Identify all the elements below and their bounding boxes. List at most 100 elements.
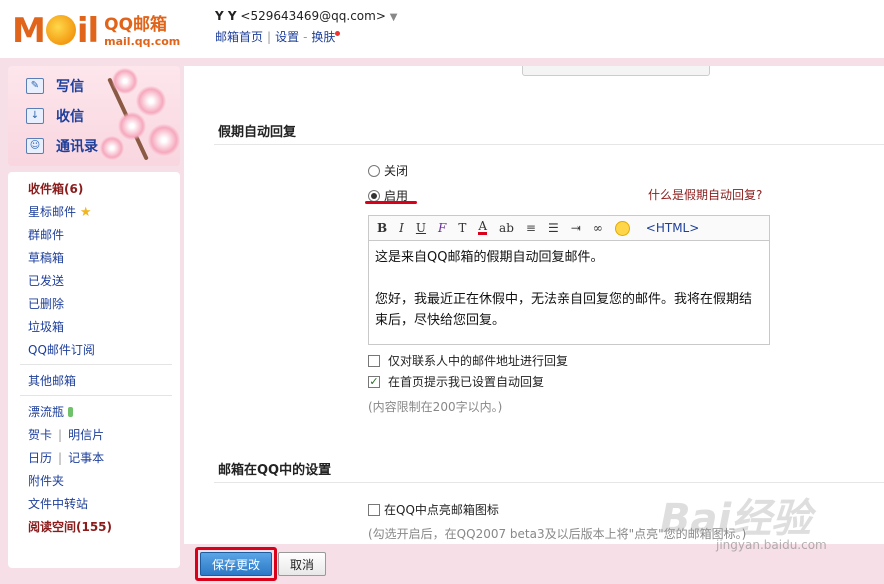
folder-inbox[interactable]: 收件箱(6) [28, 180, 83, 197]
receive-button[interactable]: ↓ 收信 [26, 106, 84, 126]
folder-deleted[interactable]: 已删除 [28, 295, 64, 312]
radio-on[interactable] [368, 189, 380, 202]
folder-reading[interactable]: 阅读空间(155) [28, 518, 112, 535]
logo-mail-text: Mil [12, 11, 99, 51]
write-icon: ✎ [26, 78, 44, 94]
folder-group[interactable]: 群邮件 [28, 226, 64, 243]
compose-label: 写信 [56, 79, 84, 95]
annotation-underline [365, 201, 417, 204]
save-button[interactable]: 保存更改 [200, 552, 272, 576]
link-mail-home[interactable]: 邮箱首页 [215, 30, 263, 44]
folder-postcard[interactable]: 明信片 [68, 428, 104, 442]
vacation-reply-title: 假期自动回复 [218, 125, 297, 140]
divider [20, 395, 172, 396]
emoticon-icon[interactable] [614, 220, 630, 236]
folder-notes[interactable]: 记事本 [68, 451, 104, 465]
bg-color-button[interactable]: ab [499, 221, 514, 235]
font-family-button[interactable]: F [438, 221, 446, 235]
watermark-brand: Bai经验 [660, 496, 812, 542]
link-skin[interactable]: 换肤 [311, 30, 335, 44]
folder-drafts[interactable]: 草稿箱 [28, 249, 64, 266]
star-icon: ★ [79, 205, 92, 220]
folder-sent[interactable]: 已发送 [28, 272, 64, 289]
blossom-decoration [112, 68, 138, 94]
user-name: Y Y [215, 9, 237, 23]
blossom-decoration [118, 112, 146, 140]
folder-drift-bottle[interactable]: 漂流瓶 [28, 403, 74, 420]
qq-light-checkbox[interactable] [368, 503, 380, 516]
baidu-watermark: Bai经验 jingyan.baidu.com [660, 486, 846, 566]
radio-off-row[interactable]: 关闭 [368, 162, 408, 179]
contacts-only-checkbox[interactable] [368, 354, 380, 367]
watermark-url: jingyan.baidu.com [716, 538, 827, 552]
contacts-only-row[interactable]: 仅对联系人中的邮件地址进行回复 [368, 352, 568, 369]
folder-starred-label: 星标邮件 [28, 205, 77, 219]
logo-cn-text: QQ邮箱 [104, 15, 168, 35]
radio-off[interactable] [368, 164, 380, 177]
sidebar: ✎ 写信 ↓ 收信 ☺ 通讯录 收件箱(6) 星标邮件 ★ 群邮件 草稿箱 已发… [8, 66, 180, 568]
qq-light-label: 在QQ中点亮邮箱图标 [384, 503, 499, 517]
html-mode-button[interactable]: <HTML> [646, 221, 700, 235]
link-settings[interactable]: 设置 [275, 30, 299, 44]
contacts-button[interactable]: ☺ 通讯录 [26, 136, 98, 156]
divider [214, 482, 884, 483]
editor-line-1: 这是来自QQ邮箱的假期自动回复邮件。 [375, 250, 604, 265]
homepage-notice-row[interactable]: ✓ 在首页提示我已设置自动回复 [368, 373, 544, 390]
folder-transfer[interactable]: 文件中转站 [28, 495, 88, 512]
limit-note: (内容限制在200字以内。) [368, 400, 503, 414]
homepage-notice-label: 在首页提示我已设置自动回复 [388, 375, 545, 389]
contacts-only-label: 仅对联系人中的邮件地址进行回复 [388, 354, 569, 368]
folder-other[interactable]: 其他邮箱 [28, 372, 76, 389]
contacts-label: 通讯录 [56, 139, 98, 155]
folder-subscribe[interactable]: QQ邮件订阅 [28, 341, 95, 358]
cancel-button[interactable]: 取消 [278, 552, 326, 576]
blossom-decoration [100, 136, 124, 160]
list-icon[interactable]: ☰ [548, 221, 559, 235]
quick-actions: ✎ 写信 ↓ 收信 ☺ 通讯录 [8, 66, 180, 166]
divider [214, 144, 884, 145]
align-icon[interactable]: ≡ [526, 221, 536, 235]
homepage-notice-checkbox[interactable]: ✓ [368, 375, 380, 388]
tools-row: 日历 | 记事本 [28, 451, 105, 465]
radio-off-label: 关闭 [384, 164, 409, 178]
folder-starred[interactable]: 星标邮件 ★ [28, 203, 92, 220]
contacts-icon: ☺ [26, 138, 44, 154]
settings-panel: 假期自动回复 关闭 启用 什么是假期自动回复? B I U F T A ab ≡… [184, 66, 884, 544]
font-size-button[interactable]: T [458, 221, 466, 235]
link-icon[interactable]: ∞ [593, 221, 603, 235]
greeting-row: 贺卡 | 明信片 [28, 428, 105, 442]
header: Mil QQ邮箱 mail.qq.com Y Y <529643469@qq.c… [0, 0, 884, 62]
qq-mail-logo[interactable]: Mil QQ邮箱 mail.qq.com [12, 8, 180, 48]
editor-line-2: 您好，我最近正在休假中，无法亲自回复您的邮件。我将在假期结束后，尽快给您回复。 [375, 292, 753, 328]
bottle-icon [68, 407, 74, 417]
blossom-decoration [148, 124, 180, 156]
inbox-download-icon: ↓ [26, 108, 44, 124]
drift-bottle-label: 漂流瓶 [28, 405, 65, 419]
user-info[interactable]: Y Y <529643469@qq.com> ▼ [215, 9, 397, 23]
user-email: <529643469@qq.com> [240, 9, 386, 23]
blossom-decoration [136, 86, 166, 116]
vacation-help-link[interactable]: 什么是假期自动回复? [648, 186, 762, 203]
logo-url-text: mail.qq.com [104, 35, 181, 48]
top-tab-remnant [522, 66, 710, 76]
folder-card[interactable]: 贺卡 [28, 428, 52, 442]
italic-button[interactable]: I [399, 221, 404, 235]
folder-list: 收件箱(6) 星标邮件 ★ 群邮件 草稿箱 已发送 已删除 垃圾箱 QQ邮件订阅… [8, 172, 180, 568]
folder-attachments[interactable]: 附件夹 [28, 472, 64, 489]
folder-calendar[interactable]: 日历 [28, 451, 52, 465]
folder-trash[interactable]: 垃圾箱 [28, 318, 64, 335]
compose-button[interactable]: ✎ 写信 [26, 76, 84, 96]
qq-settings-title: 邮箱在QQ中的设置 [218, 463, 332, 478]
reply-editor[interactable]: 这是来自QQ邮箱的假期自动回复邮件。 您好，我最近正在休假中，无法亲自回复您的邮… [368, 241, 770, 345]
qq-light-row[interactable]: 在QQ中点亮邮箱图标 [368, 501, 499, 518]
editor-toolbar: B I U F T A ab ≡ ☰ ⇥ ∞ <HTML> [368, 215, 770, 241]
bold-button[interactable]: B [377, 221, 387, 235]
divider [20, 364, 172, 365]
header-links: 邮箱首页 | 设置 - 换肤 [215, 28, 341, 45]
font-color-button[interactable]: A [478, 220, 488, 235]
new-dot-icon [335, 31, 341, 36]
underline-button[interactable]: U [416, 221, 426, 235]
indent-icon[interactable]: ⇥ [571, 221, 581, 235]
receive-label: 收信 [56, 109, 84, 125]
chevron-down-icon[interactable]: ▼ [390, 12, 398, 23]
